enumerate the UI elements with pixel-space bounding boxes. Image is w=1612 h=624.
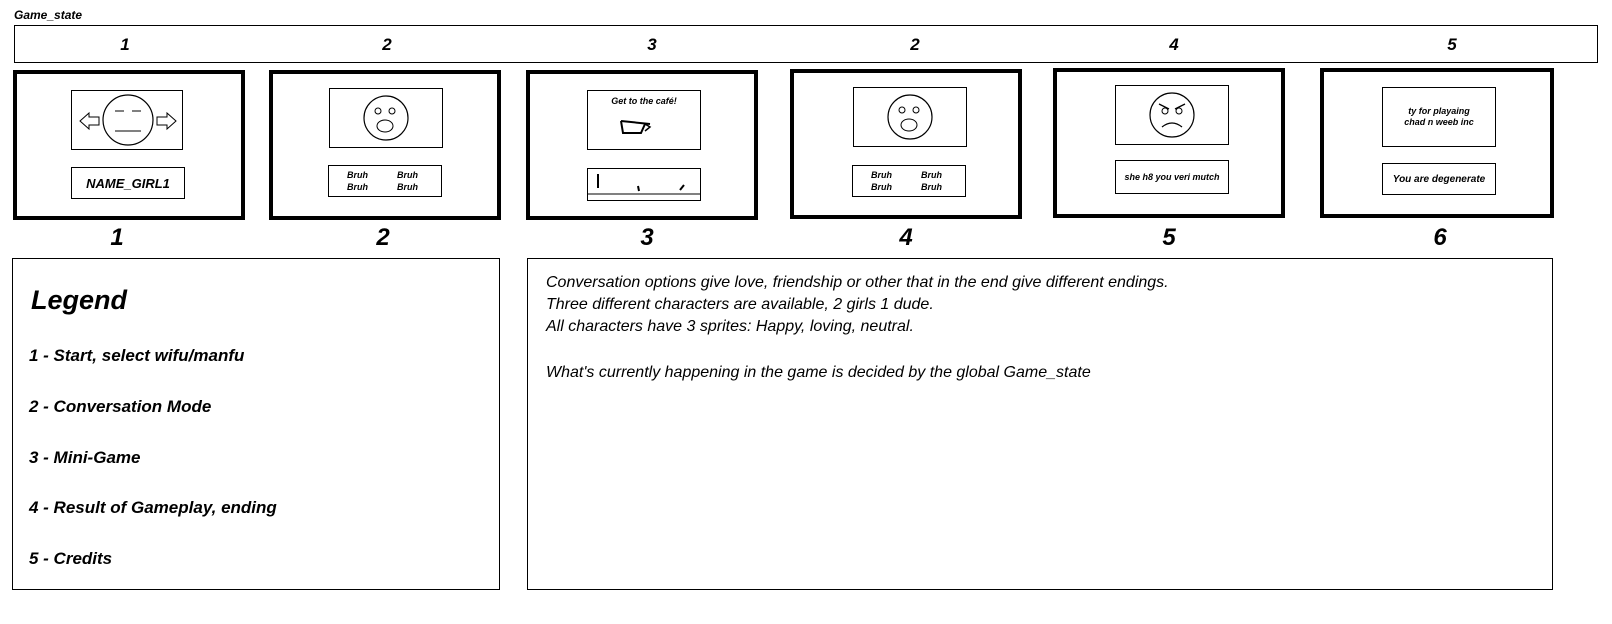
- final-message: You are degenerate: [1382, 163, 1496, 195]
- character-select-frame: [71, 90, 183, 150]
- dialogue-options: Bruh Bruh Bruh Bruh: [328, 165, 442, 197]
- screen-number: 4: [899, 224, 913, 251]
- screen-5-ending: she h8 you veri mutch: [1053, 68, 1285, 218]
- legend-panel: Legend 1 - Start, select wifu/manfu 2 - …: [12, 258, 500, 590]
- character-frame: [329, 88, 443, 148]
- angry-face-icon: [1149, 92, 1195, 138]
- arrow-right-icon: [156, 111, 177, 131]
- screen-3-minigame: Get to the café!: [526, 70, 758, 220]
- diagram-title: Game_state: [14, 8, 83, 22]
- screen-number: 6: [1433, 224, 1447, 251]
- legend-item: 2 - Conversation Mode: [29, 397, 212, 416]
- dialogue-option[interactable]: Bruh: [347, 170, 368, 181]
- notes-line: Conversation options give love, friendsh…: [546, 274, 1169, 291]
- state-number: 2: [910, 35, 920, 54]
- dialogue-option[interactable]: Bruh: [347, 182, 368, 193]
- dialogue-option[interactable]: Bruh: [921, 170, 942, 181]
- state-number: 1: [120, 35, 130, 54]
- screen-number: 3: [640, 224, 654, 251]
- state-number: 2: [382, 35, 392, 54]
- dialogue-option[interactable]: Bruh: [397, 182, 418, 193]
- final-message-text: You are degenerate: [1392, 173, 1486, 185]
- dialogue-option[interactable]: Bruh: [921, 182, 942, 193]
- screen-1-start: NAME_GIRL1: [13, 70, 245, 220]
- dialogue-option[interactable]: Bruh: [871, 170, 892, 181]
- dialogue-option[interactable]: Bruh: [871, 182, 892, 193]
- credits-frame: ty for playaing chad n weeb inc: [1382, 87, 1496, 147]
- legend-item: 1 - Start, select wifu/manfu: [29, 346, 245, 365]
- coffee-cup-icon: [620, 120, 652, 134]
- notes-line: All characters have 3 sprites: Happy, lo…: [546, 318, 914, 335]
- runner-track-icon: [588, 174, 700, 195]
- ending-message-text: she h8 you veri mutch: [1124, 171, 1220, 182]
- character-frame: [1115, 85, 1229, 145]
- legend-item: 3 - Mini-Game: [29, 448, 141, 467]
- game-state-bar: [14, 25, 1598, 63]
- minigame-field: [587, 168, 701, 201]
- screen-2-conversation: Bruh Bruh Bruh Bruh: [269, 70, 501, 220]
- arrow-left-icon: [79, 111, 100, 131]
- legend-item: 4 - Result of Gameplay, ending: [29, 498, 277, 517]
- state-number: 3: [647, 35, 657, 54]
- credits-text: ty for playaing chad n weeb inc: [1404, 106, 1474, 127]
- notes-line: Three different characters are available…: [546, 296, 934, 313]
- state-number: 4: [1169, 35, 1179, 54]
- character-frame: [853, 87, 967, 147]
- legend-title: Legend: [31, 285, 128, 315]
- notes-line: What's currently happening in the game i…: [546, 364, 1091, 381]
- minigame-goal-frame: Get to the café!: [587, 90, 701, 150]
- screen-number: 2: [376, 224, 390, 251]
- screen-number: 5: [1162, 224, 1176, 251]
- dialogue-option[interactable]: Bruh: [397, 170, 418, 181]
- dialogue-options: Bruh Bruh Bruh Bruh: [852, 165, 966, 197]
- character-name-label: NAME_GIRL1: [71, 167, 185, 199]
- screen-4-conversation: Bruh Bruh Bruh Bruh: [790, 69, 1022, 219]
- legend-item: 5 - Credits: [29, 549, 113, 568]
- state-number: 5: [1447, 35, 1457, 54]
- surprised-face-icon: [363, 95, 409, 141]
- surprised-face-icon: [887, 94, 933, 140]
- notes-panel: Conversation options give love, friendsh…: [527, 258, 1553, 590]
- screen-number: 1: [110, 224, 124, 251]
- ending-message: she h8 you veri mutch: [1115, 160, 1229, 194]
- screen-6-credits: ty for playaing chad n weeb inc You are …: [1320, 68, 1554, 218]
